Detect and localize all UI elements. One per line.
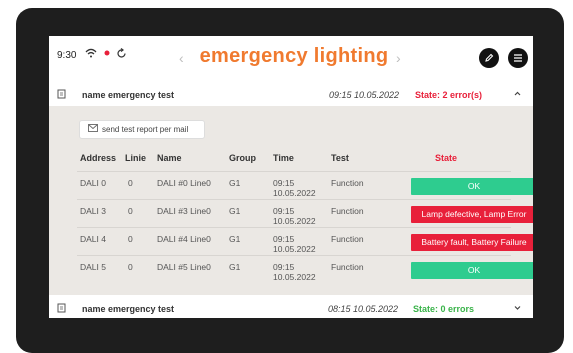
cell-test: Function bbox=[331, 178, 364, 188]
tablet-screen: 9:30 ‹ emergency lighting › name emergen… bbox=[49, 36, 533, 318]
status-time: 9:30 bbox=[57, 50, 77, 61]
cell-group: G1 bbox=[229, 262, 241, 272]
cell-name: DALI #4 Line0 bbox=[157, 234, 211, 244]
chevron-left-icon[interactable]: ‹ bbox=[179, 50, 184, 66]
pencil-icon bbox=[479, 53, 499, 72]
document-icon bbox=[57, 89, 66, 101]
page-title: emergency lighting bbox=[199, 45, 389, 67]
test-name: name emergency test bbox=[82, 90, 175, 100]
cell-test: Function bbox=[331, 262, 364, 272]
status-badge: Battery fault, Battery Failure bbox=[411, 234, 533, 251]
wifi-icon bbox=[85, 48, 97, 62]
test-state: State: 0 errors bbox=[413, 304, 475, 314]
column-header-test: Test bbox=[331, 153, 349, 163]
test-detail-panel: send test report per mail Address Linie … bbox=[49, 106, 533, 295]
table-row: DALI 0 0 DALI #0 Line0 G1 09:15 10.05.202… bbox=[77, 171, 533, 200]
cell-address: DALI 4 bbox=[80, 234, 106, 244]
cell-address: DALI 3 bbox=[80, 206, 106, 216]
cell-test: Function bbox=[331, 234, 364, 244]
cell-time: 09:15 10.05.2022 bbox=[273, 206, 316, 226]
cell-time: 09:15 10.05.2022 bbox=[273, 262, 316, 282]
chevron-right-icon[interactable]: › bbox=[396, 50, 401, 66]
column-header-time: Time bbox=[273, 153, 294, 163]
cell-test: Function bbox=[331, 206, 364, 216]
cell-address: DALI 0 bbox=[80, 178, 106, 188]
edit-button[interactable] bbox=[479, 48, 499, 68]
test-date: 08:15 10.05.2022 bbox=[328, 304, 399, 314]
status-badge: OK bbox=[411, 178, 533, 195]
record-dot-icon bbox=[103, 48, 111, 62]
cell-name: DALI #5 Line0 bbox=[157, 262, 211, 272]
menu-button[interactable] bbox=[508, 48, 528, 68]
sync-icon bbox=[116, 48, 127, 63]
cell-linie: 0 bbox=[128, 206, 133, 216]
cell-time: 09:15 10.05.2022 bbox=[273, 234, 316, 254]
table-row: DALI 4 0 DALI #4 Line0 G1 09:15 10.05.202… bbox=[77, 227, 533, 256]
cell-name: DALI #0 Line0 bbox=[157, 178, 211, 188]
send-report-button[interactable]: send test report per mail bbox=[79, 120, 205, 139]
cell-time: 09:15 10.05.2022 bbox=[273, 178, 316, 198]
table-row: DALI 5 0 DALI #5 Line0 G1 09:15 10.05.202… bbox=[77, 255, 533, 284]
top-bar: 9:30 ‹ emergency lighting › bbox=[49, 36, 533, 81]
chevron-up-icon[interactable] bbox=[513, 89, 522, 100]
chevron-down-icon[interactable] bbox=[513, 303, 522, 314]
column-header-name: Name bbox=[157, 153, 182, 163]
test-header-1[interactable]: name emergency test 09:15 10.05.2022 Sta… bbox=[49, 81, 533, 109]
cell-address: DALI 5 bbox=[80, 262, 106, 272]
cell-group: G1 bbox=[229, 234, 241, 244]
hamburger-menu-icon bbox=[508, 54, 528, 72]
cell-linie: 0 bbox=[128, 262, 133, 272]
document-icon bbox=[57, 303, 66, 315]
column-header-address: Address bbox=[80, 153, 117, 163]
cell-group: G1 bbox=[229, 178, 241, 188]
test-name: name emergency test bbox=[82, 304, 175, 314]
test-header-2[interactable]: name emergency test 08:15 10.05.2022 Sta… bbox=[49, 295, 533, 318]
cell-linie: 0 bbox=[128, 234, 133, 244]
mail-icon bbox=[88, 124, 98, 134]
test-date: 09:15 10.05.2022 bbox=[329, 90, 400, 100]
status-badge: Lamp defective, Lamp Error bbox=[411, 206, 533, 223]
status-badge: OK bbox=[411, 262, 533, 279]
cell-group: G1 bbox=[229, 206, 241, 216]
column-header-linie: Linie bbox=[125, 153, 147, 163]
cell-linie: 0 bbox=[128, 178, 133, 188]
column-header-state: State bbox=[435, 153, 458, 163]
send-report-label: send test report per mail bbox=[102, 125, 189, 134]
cell-name: DALI #3 Line0 bbox=[157, 206, 211, 216]
table-row: DALI 3 0 DALI #3 Line0 G1 09:15 10.05.202… bbox=[77, 199, 533, 228]
column-header-group: Group bbox=[229, 153, 256, 163]
test-state: State: 2 error(s) bbox=[415, 90, 483, 100]
